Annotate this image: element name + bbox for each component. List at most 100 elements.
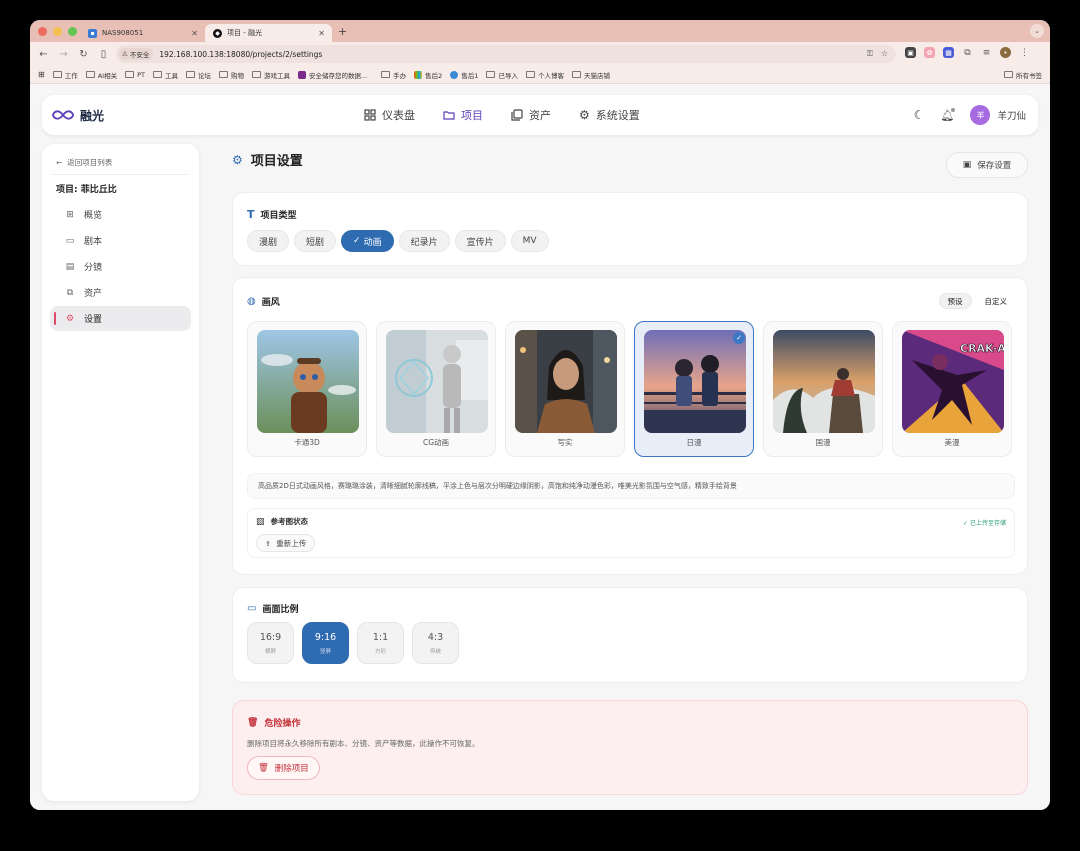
back-to-projects-link[interactable]: ← 返回项目列表 — [56, 157, 112, 168]
style-option-cartoon-3d[interactable]: 卡通3D — [247, 321, 367, 457]
bookmark-folder[interactable]: 工具 — [152, 70, 178, 80]
type-option-animation[interactable]: ✓ 动画 — [341, 230, 394, 252]
bookmark-folder[interactable]: 购物 — [218, 70, 244, 80]
style-option-cg-animation[interactable]: CG动画 — [376, 321, 496, 457]
brand-logo[interactable]: 融光 — [52, 107, 104, 124]
bookmark-star-icon[interactable]: ☆ — [881, 49, 888, 59]
style-label: 写实 — [557, 438, 573, 447]
bookmark-folder[interactable]: 个人博客 — [525, 70, 564, 80]
trash-icon: 🗑︎ — [258, 763, 269, 773]
password-key-icon[interactable]: ⚿ — [867, 49, 873, 59]
browser-tab-nas[interactable]: ▪ NAS908051 ✕ — [80, 24, 205, 42]
style-option-american-comic[interactable]: CRAK-A 美漫 — [892, 321, 1012, 457]
style-option-chinese-comic[interactable]: 国漫 — [763, 321, 883, 457]
image-icon: ▨ — [256, 516, 265, 527]
bookmark-folder[interactable]: 已导入 — [486, 70, 518, 80]
check-circle-icon: ✓ — [963, 520, 970, 527]
browser-menu-icon[interactable]: ⋮ — [1019, 47, 1030, 58]
extension-game-icon[interactable]: ▣ — [905, 47, 916, 58]
nav-label: 仪表盘 — [382, 109, 415, 122]
bookmark-link[interactable]: 售后2 — [414, 70, 442, 80]
nav-projects[interactable]: 项目 — [443, 107, 483, 123]
images-icon: ⧉ — [66, 287, 74, 298]
user-name: 羊刀仙 — [997, 111, 1026, 122]
sidebar-item-overview[interactable]: ⊞ 概览 — [50, 202, 191, 227]
browser-tab-project[interactable]: ◆ 项目 - 融光 ✕ — [205, 24, 332, 42]
media-control-icon[interactable]: ≡ — [981, 47, 992, 58]
bookmark-folder[interactable]: AI相关 — [85, 70, 117, 80]
all-bookmarks-folder[interactable]: 所有书签 — [1004, 70, 1042, 80]
style-option-realistic[interactable]: 写实 — [505, 321, 625, 457]
type-option-short-drama[interactable]: 短剧 — [294, 230, 337, 252]
bookmark-link[interactable]: 售后1 — [450, 70, 478, 80]
sidebar-item-settings[interactable]: ⚙ 设置 — [50, 306, 191, 331]
zoom-window-button[interactable] — [68, 26, 77, 36]
close-window-button[interactable] — [38, 26, 47, 36]
tab-search-icon[interactable]: ⌄ — [1030, 24, 1044, 38]
section-title: ◍ 画风 — [247, 295, 280, 308]
extensions-puzzle-icon[interactable]: ⧉ — [962, 47, 973, 58]
bookmark-link[interactable]: 安全储存您的数据... — [297, 70, 367, 80]
extension-flower-icon[interactable]: ✿ — [924, 47, 935, 58]
bookmark-folder[interactable]: 天猫店铺 — [571, 70, 610, 80]
delete-label: 删除项目 — [274, 764, 309, 774]
extension-blue-icon[interactable]: ▦ — [943, 47, 954, 58]
type-option-mv[interactable]: MV — [510, 230, 549, 252]
delete-project-button[interactable]: 🗑︎ 删除项目 — [247, 756, 320, 780]
palette-icon: ◍ — [247, 296, 256, 307]
save-label: 保存设置 — [977, 161, 1012, 171]
nav-system-settings[interactable]: ⚙ 系统设置 — [579, 107, 640, 123]
ratio-option-16-9[interactable]: 16:9 横屏 — [247, 622, 294, 664]
bell-icon[interactable]: 🔔︎ — [941, 107, 956, 122]
section-title-text: 画风 — [261, 298, 280, 308]
section-title-text: 画面比例 — [262, 605, 299, 615]
settings-main: ⚙ 项目设置 ▣ 保存设置 T 项目类型 漫剧 短剧 ✓ 动画 纪录片 宣传片 … — [232, 144, 1028, 795]
sidebar-item-label: 设置 — [84, 315, 103, 325]
profile-avatar-icon[interactable]: • — [1000, 47, 1011, 58]
moon-theme-icon[interactable]: ☾ — [914, 108, 925, 122]
bookmark-folder[interactable]: 游戏工具 — [251, 70, 290, 80]
minimize-window-button[interactable] — [53, 26, 62, 36]
back-arrow-icon[interactable]: ← — [36, 49, 51, 60]
type-option-documentary[interactable]: 纪录片 — [398, 230, 450, 252]
apps-grid-icon[interactable]: ⊞ — [38, 70, 45, 79]
tab-preset[interactable]: 预设 — [938, 293, 972, 309]
close-tab-icon[interactable]: ✕ — [318, 29, 325, 38]
infinity-logo-icon — [52, 110, 74, 120]
sidebar-item-assets[interactable]: ⧉ 资产 — [50, 280, 191, 305]
style-option-anime[interactable]: ✓ 日漫 — [634, 321, 754, 457]
upload-icon: ⇪ — [265, 538, 272, 548]
nav-assets[interactable]: 资产 — [511, 107, 551, 123]
ratio-option-1-1[interactable]: 1:1 方形 — [357, 622, 404, 664]
ratio-option-4-3[interactable]: 4:3 传统 — [412, 622, 459, 664]
bookmark-folder[interactable]: 手办 — [381, 70, 406, 80]
reload-icon[interactable]: ↻ — [76, 49, 91, 60]
project-title: 项目: 菲比丘比 — [56, 185, 117, 195]
style-label: CG动画 — [422, 438, 450, 447]
tab-custom[interactable]: 自定义 — [977, 293, 1016, 309]
nav-dashboard[interactable]: 仪表盘 — [364, 107, 415, 123]
insecure-label: 不安全 — [129, 51, 150, 59]
bookmark-folder[interactable]: 论坛 — [185, 70, 211, 80]
check-icon: ✓ — [353, 236, 361, 246]
new-tab-icon[interactable]: + — [338, 25, 347, 38]
close-tab-icon[interactable]: ✕ — [191, 29, 198, 38]
bookmarks-bar: ⊞ 工作 AI相关 PT 工具 论坛 购物 游戏工具 安全储存您的数据... 手… — [30, 66, 1050, 84]
sidebar-toggle-icon[interactable]: ▯ — [96, 49, 111, 60]
sidebar-item-storyboard[interactable]: ▤ 分镜 — [50, 254, 191, 279]
project-type-options: 漫剧 短剧 ✓ 动画 纪录片 宣传片 MV — [247, 230, 549, 252]
bookmark-folder[interactable]: 工作 — [52, 70, 78, 80]
url-input[interactable]: ⚠ 不安全 192.168.100.138:18080/projects/2/se… — [116, 45, 896, 63]
user-menu[interactable]: 羊 羊刀仙 — [970, 105, 1026, 125]
type-option-promo[interactable]: 宣传片 — [454, 230, 506, 252]
forward-arrow-icon[interactable]: → — [56, 49, 71, 60]
insecure-badge[interactable]: ⚠ 不安全 — [119, 48, 154, 60]
style-thumbnail — [515, 330, 617, 433]
ratio-option-9-16[interactable]: 9:16 竖屏 — [302, 622, 349, 664]
reupload-button[interactable]: ⇪ 重新上传 — [256, 534, 316, 552]
bookmark-folder[interactable]: PT — [125, 71, 145, 79]
type-option-manju[interactable]: 漫剧 — [247, 230, 290, 252]
sidebar-item-script[interactable]: ▭ 剧本 — [50, 228, 191, 253]
gear-icon: ⚙ — [579, 108, 590, 122]
save-settings-button[interactable]: ▣ 保存设置 — [946, 152, 1028, 178]
